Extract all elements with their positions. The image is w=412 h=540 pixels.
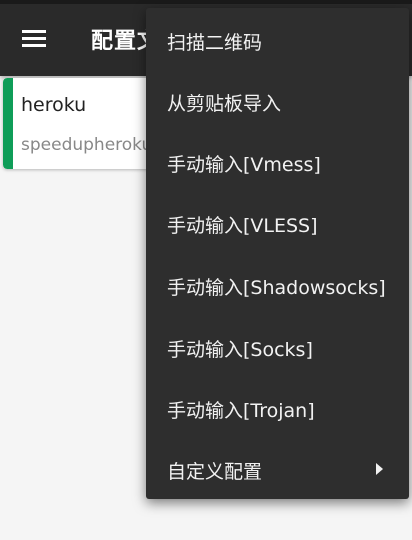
menu-item-custom-config[interactable]: 自定义配置 [146, 439, 409, 500]
menu-item-label: 自定义配置 [167, 461, 263, 483]
menu-item-label: 手动输入[Shadowsocks] [167, 277, 386, 299]
menu-item-label: 手动输入[VLESS] [167, 215, 318, 237]
hamburger-menu-icon[interactable] [22, 29, 48, 49]
menu-item-manual-socks[interactable]: 手动输入[Socks] [146, 317, 409, 378]
menu-item-label: 手动输入[Vmess] [167, 154, 321, 176]
menu-item-scan-qrcode[interactable]: 扫描二维码 [146, 10, 409, 71]
menu-item-label: 从剪贴板导入 [167, 93, 282, 115]
server-name: heroku [21, 94, 87, 116]
status-bar-strip [0, 0, 412, 4]
menu-item-manual-shadowsocks[interactable]: 手动输入[Shadowsocks] [146, 255, 409, 316]
menu-item-manual-trojan[interactable]: 手动输入[Trojan] [146, 378, 409, 439]
menu-item-label: 手动输入[Socks] [167, 339, 313, 361]
menu-item-label: 手动输入[Trojan] [167, 400, 315, 422]
chevron-right-icon [376, 463, 383, 475]
menu-item-import-clipboard[interactable]: 从剪贴板导入 [146, 71, 409, 132]
menu-item-manual-vless[interactable]: 手动输入[VLESS] [146, 193, 409, 254]
menu-item-label: 扫描二维码 [167, 32, 263, 54]
menu-item-manual-vmess[interactable]: 手动输入[Vmess] [146, 132, 409, 193]
server-card[interactable]: heroku speedupheroku [3, 78, 163, 169]
selected-indicator [3, 78, 13, 169]
server-address: speedupheroku [21, 135, 153, 155]
overflow-menu: 扫描二维码 从剪贴板导入 手动输入[Vmess] 手动输入[VLESS] 手动输… [146, 8, 409, 499]
